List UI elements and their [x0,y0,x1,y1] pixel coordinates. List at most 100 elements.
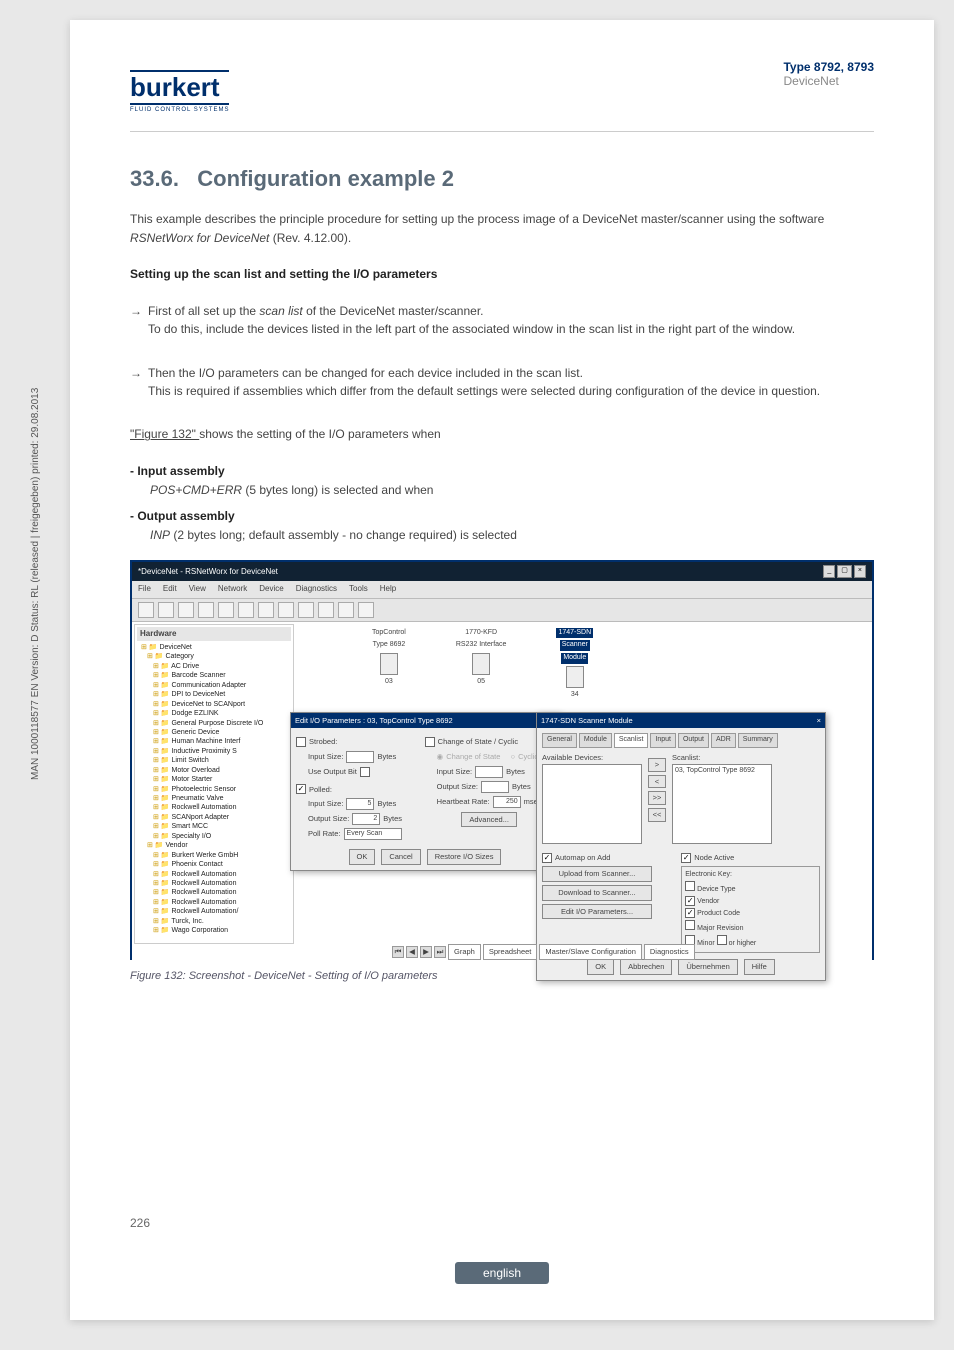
übernehmen-button[interactable]: Übernehmen [678,959,737,975]
vendor-checkbox[interactable]: ✓ [685,896,695,906]
move-left-button[interactable]: < [648,775,666,789]
close-icon[interactable]: × [854,565,866,578]
tree-item[interactable]: 📁 Motor Overload [161,767,220,774]
available-devices-list[interactable] [542,764,642,844]
toolbar-button[interactable] [158,602,174,618]
tree-item[interactable]: 📁 DeviceNet to SCANport [161,701,245,708]
edit-io-button[interactable]: Edit I/O Parameters... [542,904,652,920]
tab-spreadsheet[interactable]: Spreadsheet [483,944,538,960]
tree-expand-icon[interactable]: ⊞ [153,889,159,896]
tree-expand-icon[interactable]: ⊞ [153,757,159,764]
tree-expand-icon[interactable]: ⊞ [153,871,159,878]
tree-item[interactable]: 📁 Rockwell Automation/ [161,908,239,915]
maximize-icon[interactable]: ▢ [837,565,852,578]
tab-input[interactable]: Input [650,733,676,748]
scanlist-list[interactable]: 03, TopControl Type 8692 [672,764,772,844]
prev-tab-icon[interactable]: ◀ [406,946,418,958]
tree-expand-icon[interactable]: ⊞ [153,672,159,679]
tree-item[interactable]: 📁 Communication Adapter [161,682,246,689]
tree-item[interactable]: 📁 Rockwell Automation [161,804,237,811]
tree-item[interactable]: 📁 Human Machine Interf [161,738,241,745]
tree-expand-icon[interactable]: ⊞ [153,918,159,925]
tree-expand-icon[interactable]: ⊞ [153,927,159,934]
upload-button[interactable]: Upload from Scanner... [542,866,652,882]
tree-expand-icon[interactable]: ⊞ [147,842,153,849]
tab-output[interactable]: Output [678,733,709,748]
list-item[interactable]: 03, TopControl Type 8692 [673,765,771,778]
poll-rate-select[interactable]: Every Scan [344,828,402,840]
tree-item[interactable]: 📁 Smart MCC [161,823,208,830]
cos-checkbox[interactable] [425,737,435,747]
use-output-checkbox[interactable] [360,767,370,777]
tree-expand-icon[interactable]: ⊞ [153,710,159,717]
heartbeat-field[interactable]: 250 [493,796,521,808]
menu-edit[interactable]: Edit [163,583,177,595]
toolbar-button[interactable] [278,602,294,618]
automap-checkbox[interactable]: ✓ [542,853,552,863]
toolbar-button[interactable] [138,602,154,618]
polled-checkbox[interactable]: ✓ [296,784,306,794]
tree-item[interactable]: 📁 Limit Switch [161,757,209,764]
move-all-right-button[interactable]: >> [648,791,666,805]
node-active-checkbox[interactable]: ✓ [681,853,691,863]
tree-item[interactable]: 📁 SCANport Adapter [161,814,229,821]
tree-item[interactable]: 📁 Barcode Scanner [161,672,226,679]
tree-item[interactable]: 📁 Pneumatic Valve [161,795,224,802]
network-node[interactable]: 1770-KFDRS232 Interface05 [456,628,507,701]
polled-input-size[interactable]: 5 [346,798,374,810]
polled-output-size[interactable]: 2 [352,813,380,825]
major-rev-checkbox[interactable] [685,920,695,930]
input-size-field[interactable] [346,751,374,763]
menu-view[interactable]: View [189,583,206,595]
toolbar-button[interactable] [258,602,274,618]
menu-diagnostics[interactable]: Diagnostics [296,583,337,595]
tree-item[interactable]: 📁 Specialty I/O [161,833,211,840]
tab-graph[interactable]: Graph [448,944,481,960]
tree-expand-icon[interactable]: ⊞ [153,786,159,793]
tree-expand-icon[interactable]: ⊞ [153,880,159,887]
tree-item[interactable]: 📁 Photoelectric Sensor [161,786,236,793]
tree-expand-icon[interactable]: ⊞ [153,691,159,698]
minimize-icon[interactable]: _ [823,565,835,578]
tree-item[interactable]: 📁 Turck, Inc. [161,918,204,925]
tree-item[interactable]: 📁 Motor Starter [161,776,213,783]
close-icon[interactable]: × [817,715,821,727]
tree-item[interactable]: 📁 Inductive Proximity S [161,748,237,755]
first-tab-icon[interactable]: ⏮ [392,946,404,958]
ok-button[interactable]: OK [587,959,614,975]
tree-item[interactable]: 📁 Wago Corporation [161,927,228,934]
last-tab-icon[interactable]: ⏭ [434,946,446,958]
tree-expand-icon[interactable]: ⊞ [153,663,159,670]
tree-item[interactable]: 📁 Category [155,653,194,660]
ok-button[interactable]: OK [349,849,376,865]
tree-expand-icon[interactable]: ⊞ [153,767,159,774]
tree-expand-icon[interactable]: ⊞ [153,823,159,830]
download-button[interactable]: Download to Scanner... [542,885,652,901]
strobed-checkbox[interactable] [296,737,306,747]
toolbar-button[interactable] [198,602,214,618]
network-node[interactable]: 1747-SDNScannerModule34 [556,628,593,701]
cos-output-size[interactable] [481,781,509,793]
tree-item[interactable]: 📁 Phoenix Contact [161,861,223,868]
tree-item[interactable]: 📁 Burkert Werke GmbH [161,852,238,859]
tree-item[interactable]: 📁 DPI to DeviceNet [161,691,225,698]
move-all-left-button[interactable]: << [648,808,666,822]
cancel-button[interactable]: Cancel [381,849,420,865]
tree-item[interactable]: 📁 Vendor [155,842,188,849]
tree-expand-icon[interactable]: ⊞ [153,833,159,840]
restore-button[interactable]: Restore I/O Sizes [427,849,502,865]
tab-adr[interactable]: ADR [711,733,736,748]
tree-expand-icon[interactable]: ⊞ [153,899,159,906]
cos-input-size[interactable] [475,766,503,778]
figure-link[interactable]: "Figure 132" [130,427,199,441]
toolbar-button[interactable] [238,602,254,618]
toolbar-button[interactable] [298,602,314,618]
toolbar-button[interactable] [358,602,374,618]
tree-expand-icon[interactable]: ⊞ [153,908,159,915]
tab-general[interactable]: General [542,733,577,748]
tree-expand-icon[interactable]: ⊞ [153,682,159,689]
tree-expand-icon[interactable]: ⊞ [153,701,159,708]
device-tree[interactable]: ⊞ 📁 DeviceNet⊞ 📁 Category⊞ 📁 AC Drive⊞ 📁… [137,641,291,936]
menu-file[interactable]: File [138,583,151,595]
tree-expand-icon[interactable]: ⊞ [147,653,153,660]
